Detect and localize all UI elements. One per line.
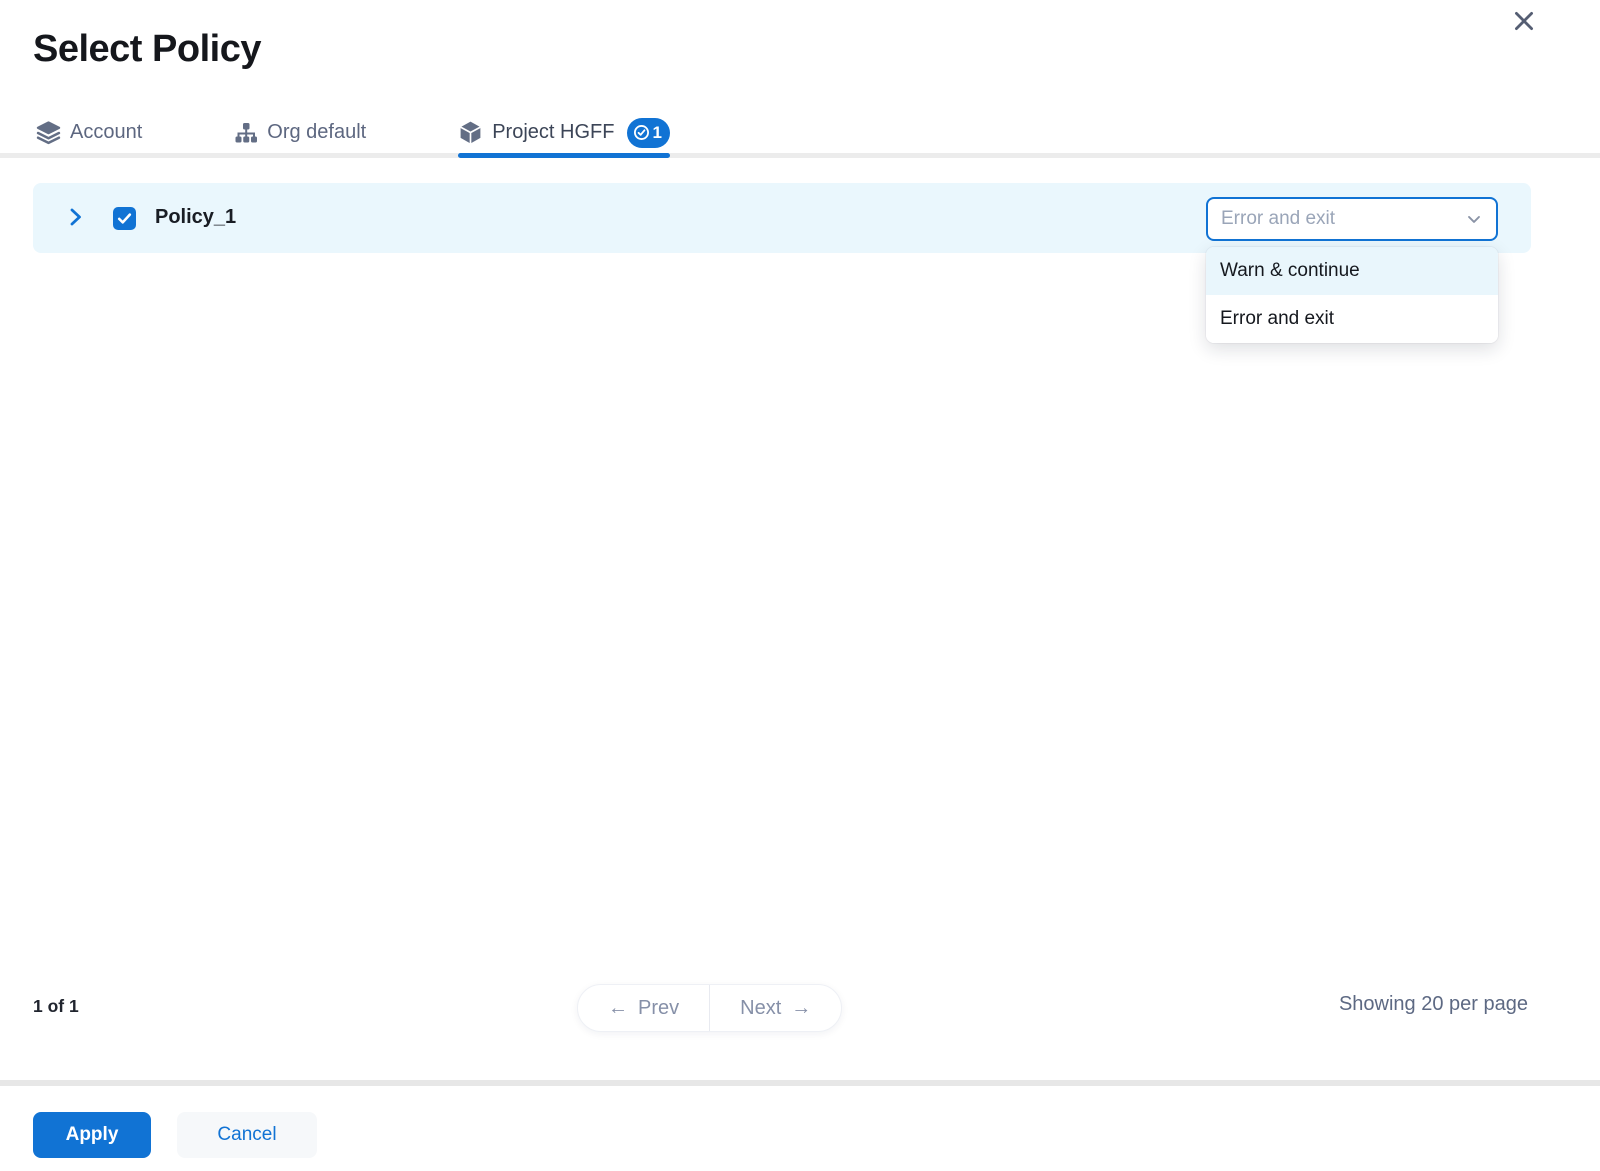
arrow-left-icon: ← [608, 997, 628, 1020]
prev-button[interactable]: ← Prev [578, 985, 709, 1031]
close-icon [1511, 8, 1537, 37]
page-title: Select Policy [33, 28, 261, 71]
dropdown-option-warn-continue[interactable]: Warn & continue [1206, 247, 1498, 295]
org-chart-icon [234, 121, 258, 145]
page-indicator: 1 of 1 [33, 996, 79, 1017]
tab-project-hgff[interactable]: Project HGFF 1 [458, 112, 670, 153]
dropdown-option-error-exit[interactable]: Error and exit [1206, 295, 1498, 343]
layers-icon [36, 120, 61, 145]
close-button[interactable] [1508, 6, 1540, 38]
tab-org-default[interactable]: Org default [234, 112, 366, 153]
cube-icon [458, 120, 483, 145]
chevron-down-icon [1464, 209, 1484, 229]
expand-row-button[interactable] [61, 204, 89, 232]
tab-label: Org default [267, 121, 366, 144]
apply-button[interactable]: Apply [33, 1112, 151, 1158]
prev-label: Prev [638, 997, 679, 1020]
pager: ← Prev Next → [577, 984, 842, 1032]
arrow-right-icon: → [791, 997, 811, 1020]
badge-count: 1 [652, 123, 661, 143]
policy-action-dropdown-menu: Warn & continue Error and exit [1206, 247, 1498, 343]
check-circle-icon [633, 124, 650, 141]
per-page-info: Showing 20 per page [1339, 993, 1528, 1016]
footer-divider [0, 1080, 1600, 1086]
policy-checkbox[interactable] [113, 207, 136, 230]
policy-action-select[interactable]: Error and exit [1206, 197, 1498, 241]
cancel-button[interactable]: Cancel [177, 1112, 317, 1158]
select-policy-modal: Select Policy Account [0, 0, 1600, 1171]
tab-account[interactable]: Account [36, 112, 142, 153]
tab-bar: Account Org default [0, 112, 1600, 158]
next-label: Next [740, 997, 781, 1020]
next-button[interactable]: Next → [710, 985, 841, 1031]
policy-action-value: Error and exit [1221, 208, 1335, 230]
tab-label: Project HGFF [492, 121, 614, 144]
selected-count-badge: 1 [627, 118, 669, 148]
policy-name: Policy_1 [155, 206, 236, 229]
tab-label: Account [70, 121, 142, 144]
checkmark-icon [116, 210, 133, 227]
chevron-right-icon [63, 205, 87, 232]
